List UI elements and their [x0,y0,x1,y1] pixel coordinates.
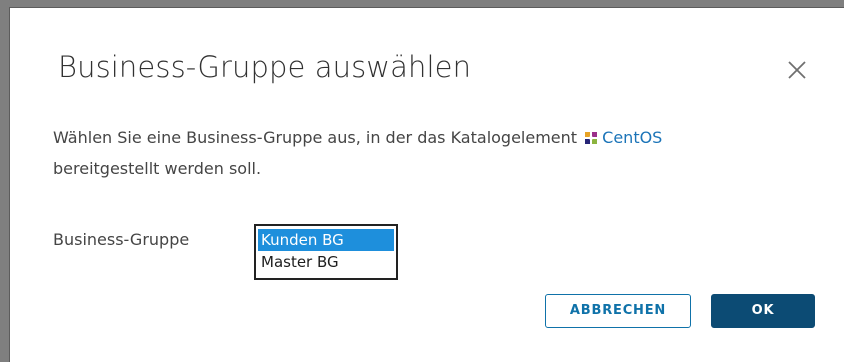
dialog-title: Business-Gruppe auswählen [58,50,472,84]
description-line-1: Wählen Sie eine Business-Gruppe aus, in … [53,122,823,153]
cancel-button[interactable]: ABBRECHEN [545,294,691,328]
dialog-description: Wählen Sie eine Business-Gruppe aus, in … [53,122,823,184]
option-kunden-bg[interactable]: Kunden BG [258,229,394,251]
option-master-bg[interactable]: Master BG [258,251,394,273]
description-line-2: bereitgestellt werden soll. [53,159,262,178]
description-prefix: Wählen Sie eine Business-Gruppe aus, in … [53,128,578,147]
ok-button[interactable]: OK [711,294,815,328]
catalog-item-icon [584,124,598,144]
business-group-listbox[interactable]: Kunden BG Master BG [254,224,398,280]
close-icon[interactable] [784,57,810,83]
catalog-item-link[interactable]: CentOS [602,128,662,147]
select-business-group-dialog: Business-Gruppe auswählen Wählen Sie ein… [10,8,844,362]
business-group-label: Business-Gruppe [53,230,190,249]
